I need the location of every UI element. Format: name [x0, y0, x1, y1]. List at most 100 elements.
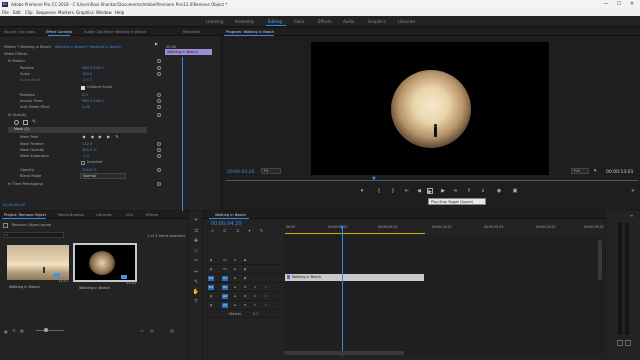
timeline-vertical-scrollbar[interactable] [598, 240, 602, 280]
selected-clip-label[interactable]: Walking in Beach * Walking in Beach [55, 45, 121, 49]
step-back-icon[interactable]: ◀ [416, 188, 422, 194]
timeline-snap-controls[interactable]: ∩ ⊏ ⊐ ▾ ✎ [211, 228, 281, 234]
mute-icon[interactable]: M [242, 285, 248, 290]
go-to-in-icon[interactable]: ⇤ [404, 188, 410, 194]
workspace-effects[interactable]: Effects [318, 19, 332, 24]
type-tool-icon[interactable]: T [192, 299, 200, 306]
mask-feather-value[interactable]: 132.0 [82, 142, 92, 146]
master-value[interactable]: 0.0 [253, 312, 259, 316]
extract-icon[interactable]: ⇓ [480, 188, 486, 194]
reset-icon[interactable] [157, 142, 161, 146]
tab-effect-controls[interactable]: Effect Controls [46, 30, 72, 34]
mark-out-icon[interactable]: } [390, 188, 396, 194]
timeline-track-area[interactable] [284, 235, 604, 355]
ellipse-mask-icon[interactable] [14, 120, 19, 125]
sync-lock-icon[interactable]: ⊟ [232, 276, 238, 281]
track-lock-icon[interactable]: ▮ [208, 303, 214, 308]
tab-project[interactable]: Project: Remove Object [4, 213, 46, 217]
rate-stretch-tool-icon[interactable]: ◇ [192, 248, 200, 255]
workspace-editing[interactable]: Editing [268, 19, 282, 24]
solo-icon[interactable]: S [252, 294, 258, 299]
solo-right-button[interactable] [625, 340, 631, 346]
new-bin-icon[interactable]: ▭ [140, 328, 145, 333]
microphone-icon[interactable]: ♪ [263, 285, 269, 290]
rectangle-mask-icon[interactable] [23, 120, 28, 125]
program-scrub-bar[interactable] [226, 180, 638, 181]
sync-lock-icon[interactable]: ⊟ [232, 303, 238, 308]
anchor-point-value[interactable]: 960.0 540.0 [82, 99, 104, 103]
workspace-color[interactable]: Color [294, 19, 304, 24]
eye-icon[interactable]: ◉ [242, 258, 248, 263]
opacity-value[interactable]: 100.0 % [82, 168, 97, 172]
pen-mask-icon[interactable]: ✎ [32, 119, 37, 125]
button-editor-icon[interactable]: + [630, 188, 636, 194]
tab-metadata[interactable]: Metadata [183, 30, 200, 34]
quality-select[interactable]: Full [571, 168, 589, 174]
tab-effects[interactable]: Effects [146, 213, 158, 217]
menu-clip[interactable]: Clip [25, 10, 33, 15]
reset-icon[interactable] [157, 105, 161, 109]
reset-icon[interactable] [157, 66, 161, 70]
workspace-libraries[interactable]: Libraries [398, 19, 415, 24]
sync-lock-icon[interactable]: ⊟ [232, 267, 238, 272]
trash-icon[interactable]: ▥ [170, 328, 175, 333]
reset-icon[interactable] [157, 72, 161, 76]
track-label-v3[interactable]: V3 [222, 258, 228, 263]
export-frame-icon[interactable]: ◉ [496, 188, 502, 194]
reset-icon[interactable] [157, 154, 161, 158]
ec-current-timecode[interactable]: 00:00:04:20 [3, 203, 25, 207]
time-remapping-effect[interactable]: fx Time Remapping [8, 182, 43, 186]
reset-icon[interactable] [157, 182, 161, 186]
track-select-tool-icon[interactable]: ⇉ [192, 228, 200, 235]
hand-tool-icon[interactable]: ✋ [192, 289, 200, 296]
tab-media-browser[interactable]: Media Browser [58, 213, 85, 217]
tab-source[interactable]: Source: (no clips) [4, 30, 35, 34]
workspace-assembly[interactable]: Assembly [235, 19, 254, 24]
workspace-learning[interactable]: Learning [206, 19, 223, 24]
track-label-a1[interactable]: A1 [222, 285, 228, 290]
inverted-checkbox[interactable] [81, 161, 85, 165]
icon-view-icon[interactable]: ▦ [20, 328, 25, 333]
source-patch-a1[interactable]: A1 [208, 285, 214, 290]
tab-info[interactable]: Info [126, 213, 133, 217]
menu-graphics[interactable]: Graphics [76, 10, 94, 15]
track-lock-icon[interactable]: ▮ [208, 267, 214, 272]
timeline-ruler[interactable]: 00:00 00:00:04:23 00:00:09:23 00:00:14:2… [284, 221, 604, 235]
source-patch-v1[interactable]: V1 [208, 276, 214, 281]
program-timecode[interactable]: 00:00:04:20 [227, 170, 254, 175]
microphone-icon[interactable]: ♪ [263, 294, 269, 299]
blend-mode-select[interactable]: Normal [80, 173, 126, 179]
close-button[interactable]: ✕ [626, 1, 638, 8]
opacity-effect[interactable]: fx Opacity [8, 113, 26, 117]
timeline-playhead[interactable] [342, 228, 343, 356]
workspace-graphics[interactable]: Graphics [368, 19, 386, 24]
add-marker-icon[interactable]: ▾ [359, 188, 365, 194]
menu-file[interactable]: File [2, 10, 9, 15]
track-label-v1[interactable]: V1 [222, 276, 228, 281]
mute-icon[interactable]: M [242, 294, 248, 299]
sync-lock-icon[interactable]: ⊟ [232, 285, 238, 290]
mute-icon[interactable]: M [242, 303, 248, 308]
mark-in-icon[interactable]: { [376, 188, 382, 194]
mask-tracking-controls[interactable]: ◀ ◀ ▶ ▶ ✎ [82, 134, 122, 139]
menu-help[interactable]: Help [115, 10, 124, 15]
tab-sequence[interactable]: Walking in Beach [215, 213, 246, 217]
selection-tool-icon[interactable]: ➤ [192, 217, 200, 224]
timeline-playhead-handle[interactable]: ▼ [340, 226, 345, 231]
mask-label[interactable]: Mask (1) [14, 127, 30, 131]
lock-icon[interactable]: ▣ [4, 329, 8, 334]
track-label-a3[interactable]: A3 [222, 303, 228, 308]
motion-effect[interactable]: fx Motion [8, 59, 25, 63]
zoom-slider-handle[interactable] [44, 328, 48, 332]
timeline-timecode[interactable]: 00:00:04:20 [211, 221, 242, 227]
razor-tool-icon[interactable]: ✂ [192, 258, 200, 265]
solo-icon[interactable]: S [252, 303, 258, 308]
track-label-a2[interactable]: A2 [222, 294, 228, 299]
pen-tool-icon[interactable]: ✎ [192, 279, 200, 286]
minimize-button[interactable]: — [600, 1, 612, 8]
fit-select[interactable]: Fit [261, 168, 281, 174]
scale-value[interactable]: 100.0 [82, 72, 92, 76]
slip-tool-icon[interactable]: ⇔ [192, 269, 200, 276]
comparison-view-icon[interactable]: ▣ [512, 188, 518, 194]
eye-icon[interactable]: ◉ [242, 276, 248, 281]
